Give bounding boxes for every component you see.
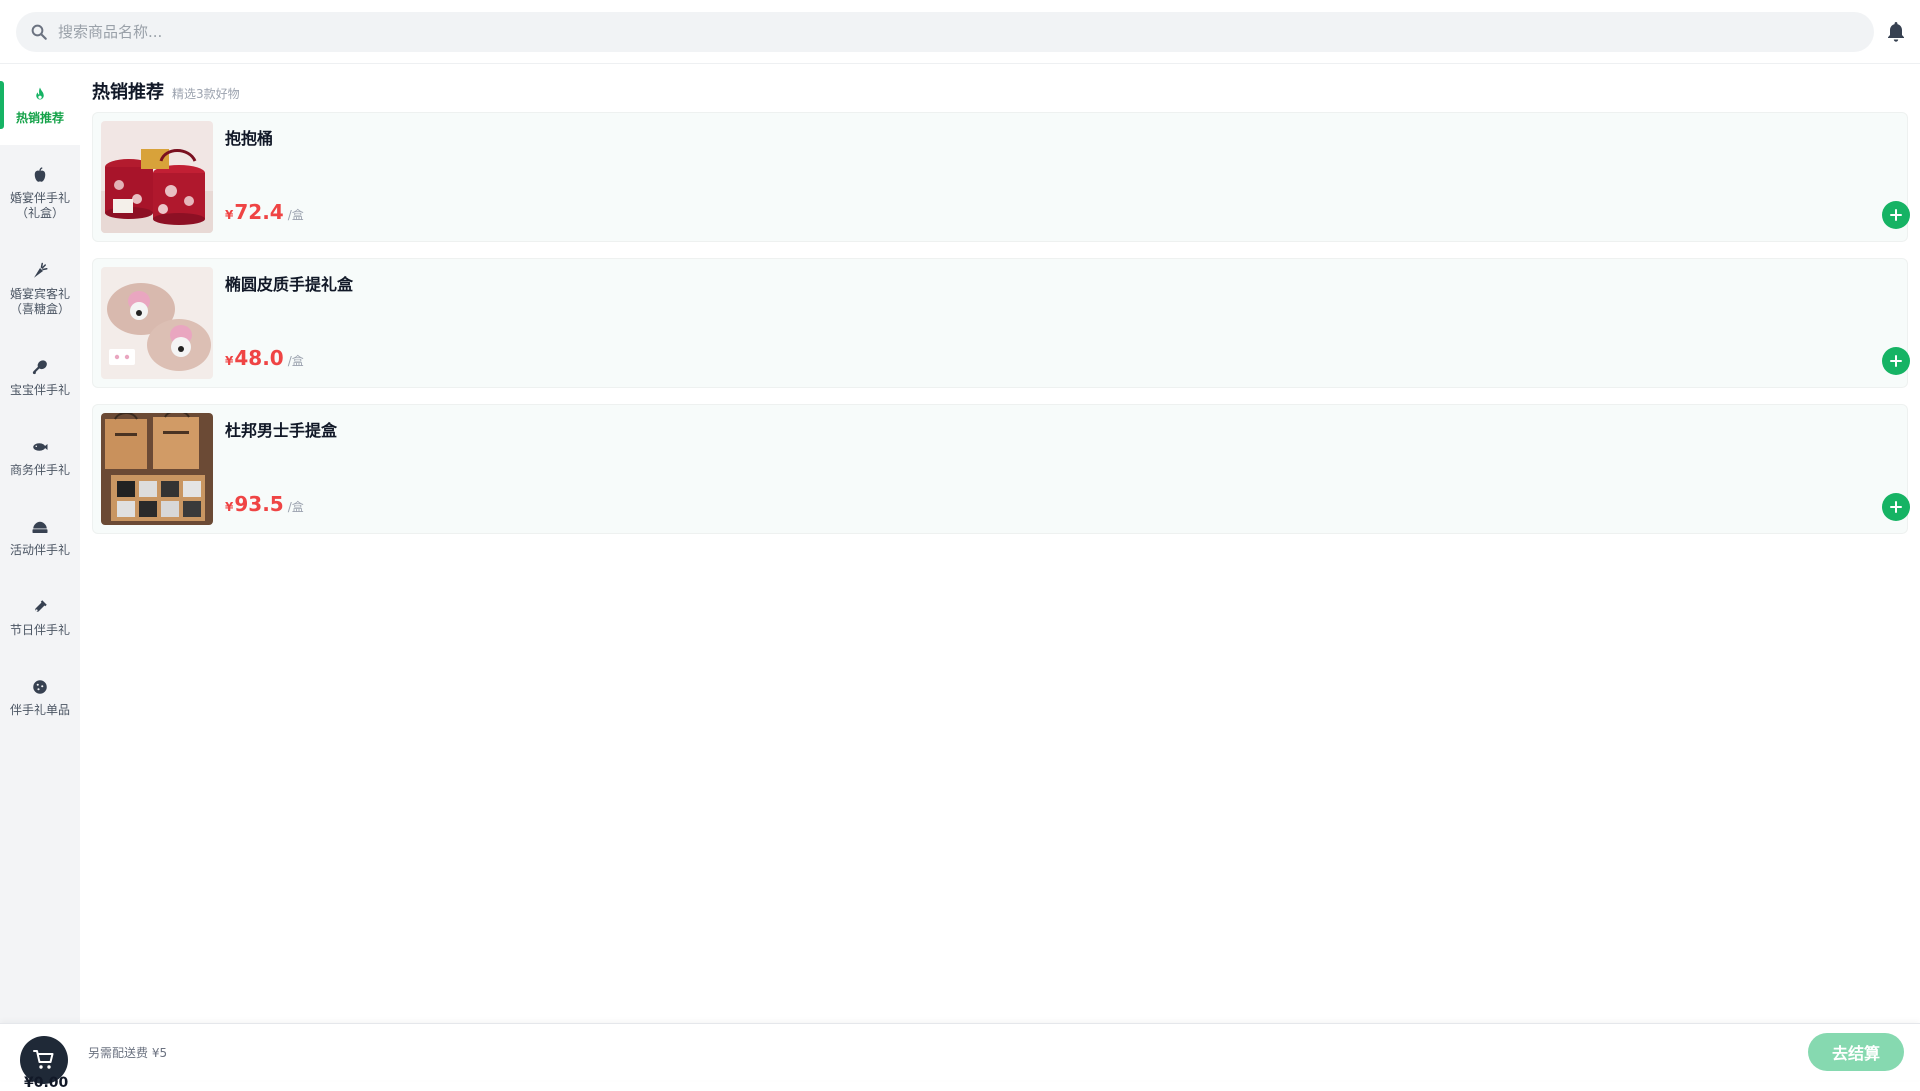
sidebar-item-wedding-gift-box[interactable]: 婚宴伴手礼 （礼盒） bbox=[0, 145, 80, 241]
product-card[interactable]: 椭圆皮质手提礼盒 ¥ 48.0 /盒 bbox=[92, 258, 1910, 388]
sidebar-item-festival-gift[interactable]: 节日伴手礼 bbox=[0, 577, 80, 657]
sidebar-item-label: 商务伴手礼 bbox=[9, 462, 70, 477]
cart-bar: ¥0.00 另需配送费 ¥5 去结算 bbox=[0, 1023, 1920, 1091]
product-image bbox=[101, 267, 213, 379]
sidebar-item-event-gift[interactable]: 活动伴手礼 bbox=[0, 497, 80, 577]
product-name: 杜邦男士手提盒 bbox=[225, 421, 338, 440]
plus-icon bbox=[1890, 501, 1902, 513]
delivery-fee-note: 另需配送费 ¥5 bbox=[88, 1046, 168, 1060]
checkout-button[interactable]: 去结算 bbox=[1808, 1033, 1904, 1071]
currency-symbol: ¥ bbox=[225, 208, 234, 222]
add-to-cart-button[interactable] bbox=[1882, 201, 1910, 229]
price-unit: /盒 bbox=[287, 500, 304, 514]
product-price: ¥ 93.5 /盒 bbox=[225, 492, 304, 516]
currency-symbol: ¥ bbox=[225, 354, 234, 368]
product-image bbox=[101, 413, 213, 525]
category-sidebar: 热销推荐 婚宴伴手礼 （礼盒） 婚宴宾客礼 （喜糖盒） 宝宝伴手礼 商务伴手礼 … bbox=[0, 65, 80, 1023]
carrot-icon bbox=[30, 261, 50, 281]
plus-icon bbox=[1890, 209, 1902, 221]
drumstick-icon bbox=[30, 357, 50, 377]
bell-icon[interactable] bbox=[1884, 20, 1908, 44]
sidebar-item-baby-gift[interactable]: 宝宝伴手礼 bbox=[0, 337, 80, 417]
search-bar[interactable] bbox=[16, 12, 1874, 52]
top-bar bbox=[0, 0, 1920, 64]
currency-symbol: ¥ bbox=[225, 500, 234, 514]
cake-icon bbox=[30, 517, 50, 537]
product-price: ¥ 72.4 /盒 bbox=[225, 200, 304, 224]
add-to-cart-button[interactable] bbox=[1882, 347, 1910, 375]
price-unit: /盒 bbox=[287, 208, 304, 222]
plus-icon bbox=[1890, 355, 1902, 367]
product-name: 椭圆皮质手提礼盒 bbox=[225, 275, 354, 294]
bottle-icon bbox=[30, 597, 50, 617]
cookie-icon bbox=[30, 677, 50, 697]
sidebar-item-business-gift[interactable]: 商务伴手礼 bbox=[0, 417, 80, 497]
product-price: ¥ 48.0 /盒 bbox=[225, 346, 304, 370]
fish-icon bbox=[30, 437, 50, 457]
cart-total: ¥0.00 bbox=[24, 1075, 69, 1091]
sidebar-item-wedding-guest-gift[interactable]: 婚宴宾客礼 （喜糖盒） bbox=[0, 241, 80, 337]
sidebar-item-label: 节日伴手礼 bbox=[9, 622, 70, 637]
sidebar-item-label: 伴手礼单品 bbox=[9, 702, 70, 717]
product-image bbox=[101, 121, 213, 233]
sidebar-item-label: 活动伴手礼 bbox=[9, 542, 70, 557]
price-value: 93.5 bbox=[234, 492, 284, 516]
price-value: 72.4 bbox=[234, 200, 284, 224]
sidebar-item-hot[interactable]: 热销推荐 bbox=[0, 65, 80, 145]
add-to-cart-button[interactable] bbox=[1882, 493, 1910, 521]
sidebar-item-single-item[interactable]: 伴手礼单品 bbox=[0, 657, 80, 737]
price-unit: /盒 bbox=[287, 354, 304, 368]
sidebar-item-label: 婚宴宾客礼 （喜糖盒） bbox=[9, 287, 70, 316]
price-value: 48.0 bbox=[234, 346, 284, 370]
section-title: 热销推荐 bbox=[92, 82, 164, 103]
section-header: 热销推荐 精选3款好物 bbox=[92, 78, 240, 104]
cart-icon bbox=[33, 1050, 54, 1069]
sidebar-item-label: 热销推荐 bbox=[15, 110, 64, 125]
sidebar-item-label: 婚宴伴手礼 （礼盒） bbox=[9, 191, 70, 220]
section-subtitle: 精选3款好物 bbox=[172, 87, 240, 101]
sidebar-item-label: 宝宝伴手礼 bbox=[9, 382, 70, 397]
search-input[interactable] bbox=[58, 23, 1758, 41]
product-name: 抱抱桶 bbox=[225, 129, 274, 148]
product-card[interactable]: 抱抱桶 ¥ 72.4 /盒 bbox=[92, 112, 1910, 242]
fire-icon bbox=[30, 85, 50, 105]
product-card[interactable]: 杜邦男士手提盒 ¥ 93.5 /盒 bbox=[92, 404, 1910, 534]
product-list-area: 热销推荐 精选3款好物 抱抱桶 ¥ 72.4 /盒 椭圆皮质手提礼盒 ¥ 48.… bbox=[80, 65, 1920, 1023]
search-icon bbox=[31, 24, 47, 40]
apple-icon bbox=[30, 165, 50, 185]
